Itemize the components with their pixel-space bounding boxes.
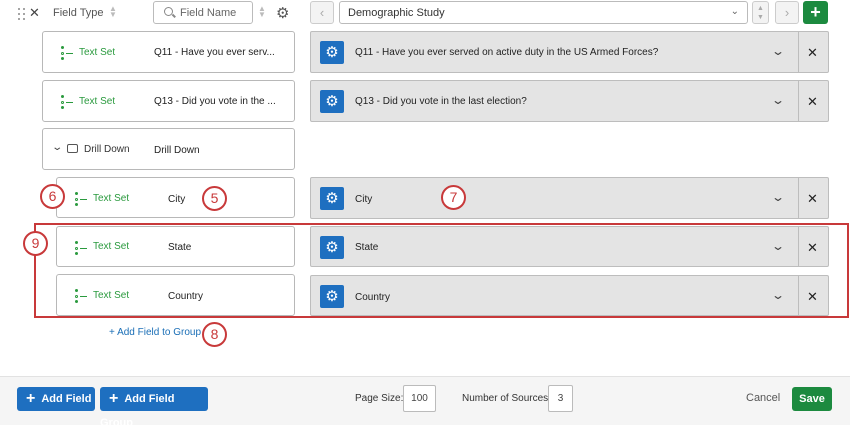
field-type-label: Drill Down <box>84 144 130 155</box>
gear-icon[interactable]: ⚙ <box>320 41 344 64</box>
field-name: Q11 - Have you ever serv... <box>154 47 275 58</box>
sort-icon[interactable]: ▲ ▼ <box>109 5 117 19</box>
source-row[interactable]: ⚙ Q11 - Have you ever served on active d… <box>310 31 829 73</box>
field-name: Q13 - Did you vote in the ... <box>154 96 276 107</box>
remove-source-icon[interactable]: ✕ <box>807 45 818 61</box>
field-name: Drill Down <box>154 145 200 156</box>
callout-badge: 6 <box>40 184 65 209</box>
plus-icon: + <box>109 390 119 407</box>
field-type-label: Text Set <box>93 193 130 204</box>
gear-icon[interactable]: ⚙ <box>320 90 344 113</box>
study-select[interactable]: Demographic Study ⌄ <box>339 1 748 24</box>
save-button[interactable]: Save <box>792 387 832 411</box>
source-stepper[interactable]: ▲ ▼ <box>752 1 769 24</box>
text-set-icon <box>61 95 73 109</box>
field-card[interactable]: Text Set Q11 - Have you ever serv... <box>42 31 295 73</box>
drill-down-group-card[interactable]: ⌄ Drill Down Drill Down <box>42 128 295 170</box>
search-placeholder: Field Name <box>180 7 237 19</box>
search-input[interactable]: Field Name <box>153 1 253 24</box>
chevron-down-icon[interactable]: ⌄ <box>771 93 785 107</box>
gear-icon[interactable]: ⚙ <box>320 187 344 210</box>
add-field-label: Add Field <box>41 393 92 405</box>
field-type-label: Text Set <box>79 96 116 107</box>
add-field-to-group-link[interactable]: + Add Field to Group <box>109 327 201 338</box>
chevron-down-icon: ⌄ <box>730 6 739 17</box>
chevron-down-icon[interactable]: ⌄ <box>51 142 63 153</box>
add-field-button[interactable]: + Add Field <box>17 387 95 411</box>
text-set-icon <box>61 46 73 60</box>
highlight-box <box>34 223 849 318</box>
remove-source-icon[interactable]: ✕ <box>807 94 818 110</box>
callout-badge: 7 <box>441 185 466 210</box>
field-card[interactable]: Text Set Q13 - Did you vote in the ... <box>42 80 295 122</box>
close-icon[interactable]: ✕ <box>29 5 40 21</box>
num-sources-label: Number of Sources: <box>462 393 551 404</box>
drag-handle-icon[interactable] <box>18 8 28 20</box>
chevron-down-icon[interactable]: ⌄ <box>771 190 785 204</box>
add-field-group-button[interactable]: + Add Field Group <box>100 387 208 425</box>
plus-icon: + <box>26 390 36 407</box>
field-name: City <box>168 194 186 205</box>
field-type-header[interactable]: Field Type <box>53 7 104 19</box>
num-sources-input[interactable]: 3 <box>548 385 573 412</box>
page-size-label: Page Size: <box>355 393 404 404</box>
next-source-button[interactable]: › <box>775 1 799 24</box>
source-row[interactable]: ⚙ Q13 - Did you vote in the last electio… <box>310 80 829 122</box>
field-type-label: Text Set <box>79 47 116 58</box>
source-row[interactable]: ⚙ City ⌄ ✕ <box>310 177 829 219</box>
sort-icon[interactable]: ▲ ▼ <box>258 5 266 19</box>
callout-badge: 9 <box>23 231 48 256</box>
cancel-button[interactable]: Cancel <box>746 392 780 404</box>
previous-source-button[interactable]: ‹ <box>310 1 334 24</box>
source-label: Q11 - Have you ever served on active dut… <box>355 47 659 58</box>
folder-icon <box>67 144 78 153</box>
remove-source-icon[interactable]: ✕ <box>807 191 818 207</box>
study-select-value: Demographic Study <box>348 7 445 19</box>
field-card[interactable]: Text Set City <box>56 177 295 218</box>
callout-badge: 8 <box>202 322 227 347</box>
callout-badge: 5 <box>202 186 227 211</box>
text-set-icon <box>75 192 87 206</box>
source-label: Q13 - Did you vote in the last election? <box>355 96 527 107</box>
source-label: City <box>355 194 373 205</box>
chevron-down-icon[interactable]: ⌄ <box>771 44 785 58</box>
add-source-button[interactable]: + <box>803 1 828 24</box>
settings-gear-icon[interactable]: ⚙ <box>276 4 289 22</box>
page-size-input[interactable]: 100 <box>403 385 436 412</box>
search-icon <box>164 7 173 16</box>
